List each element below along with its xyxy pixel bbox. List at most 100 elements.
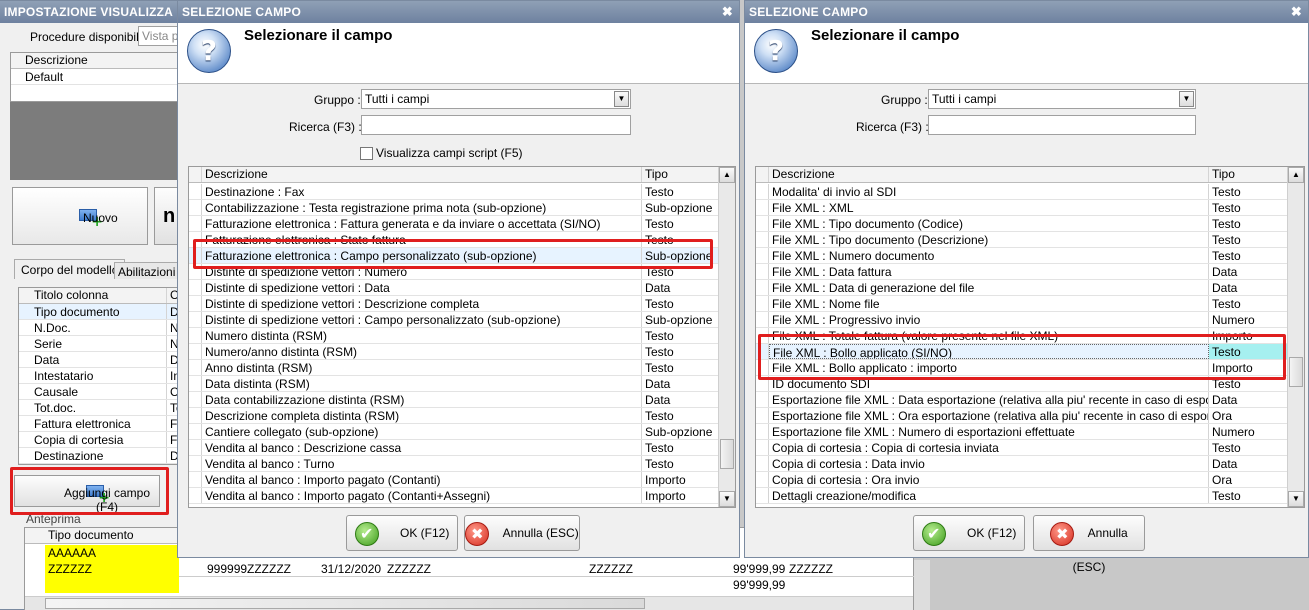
field-row[interactable]: Data distinta (RSM) Data	[189, 376, 718, 392]
field-row[interactable]: Destinazione : Fax Testo	[189, 184, 718, 200]
field-row-tipo: Data	[1212, 457, 1238, 471]
column-row[interactable]: Tot.doc.To	[19, 400, 179, 416]
ok-button-right[interactable]: ✔ OK (F12)	[913, 515, 1025, 551]
columns-grid-header: Titolo colonna C	[19, 288, 179, 304]
field-row[interactable]: Copia di cortesia : Copia di cortesia in…	[756, 440, 1287, 456]
field-row[interactable]: Anno distinta (RSM) Testo	[189, 360, 718, 376]
field-row-tipo: Testo	[645, 345, 674, 359]
scroll-down-icon[interactable]: ▼	[1288, 491, 1304, 507]
tab-abilitazioni[interactable]: Abilitazioni	[114, 262, 180, 279]
scroll-down-icon[interactable]: ▼	[719, 491, 735, 507]
field-row[interactable]: File XML : Tipo documento (Descrizione) T…	[756, 232, 1287, 248]
scroll-up-icon[interactable]: ▲	[1288, 167, 1304, 183]
nuovo-button[interactable]: + Nuovo	[12, 187, 148, 245]
preview-grid-header: Tipo documento	[25, 528, 179, 544]
field-row[interactable]: Distinte di spedizione vettori : Descriz…	[189, 296, 718, 312]
cancel-button-left[interactable]: ✖ Annulla (ESC)	[464, 515, 580, 551]
gruppo-label: Gruppo :	[314, 93, 361, 107]
field-row-descrizione: Distinte di spedizione vettori : Data	[202, 280, 642, 295]
checkbox-icon[interactable]	[360, 147, 373, 161]
field-row[interactable]: File XML : Data di generazione del file D…	[756, 280, 1287, 296]
field-row[interactable]: File XML : Numero documento Testo	[756, 248, 1287, 264]
ok-button-left[interactable]: ✔ OK (F12)	[346, 515, 458, 551]
gruppo-select[interactable]: Tutti i campi ▼	[361, 89, 631, 109]
field-row[interactable]: Esportazione file XML : Ora esportazione…	[756, 408, 1287, 424]
gruppo-select[interactable]: Tutti i campi ▼	[928, 89, 1196, 109]
tab-corpo-del-modello[interactable]: Corpo del modello	[14, 259, 126, 279]
row-indicator	[756, 216, 769, 231]
preview-cell: ZZZZZZ	[387, 562, 431, 576]
cancel-button-right[interactable]: ✖ Annulla (ESC)	[1033, 515, 1145, 574]
row-indicator	[189, 472, 202, 487]
field-row[interactable]: Numero distinta (RSM) Testo	[189, 328, 718, 344]
procedure-input[interactable]: Vista p	[138, 26, 180, 46]
column-row[interactable]: DataDa	[19, 352, 179, 368]
column-row[interactable]: Tipo documentoDe	[19, 304, 179, 320]
column-row[interactable]: Copia di cortesiaFa	[19, 432, 179, 448]
column-row-title: Fattura elettronica	[31, 416, 167, 431]
field-row-descrizione: File XML : Progressivo invio	[769, 312, 1209, 327]
ricerca-input[interactable]	[928, 115, 1196, 135]
row-indicator	[756, 200, 769, 215]
field-row[interactable]: Numero/anno distinta (RSM) Testo	[189, 344, 718, 360]
field-row[interactable]: Distinte di spedizione vettori : Data Dat…	[189, 280, 718, 296]
field-row[interactable]: Fatturazione elettronica : Fattura gener…	[189, 216, 718, 232]
field-row[interactable]: Contabilizzazione : Testa registrazione …	[189, 200, 718, 216]
scroll-thumb[interactable]	[720, 439, 734, 469]
preview-cell: 99'999,99	[733, 562, 786, 576]
field-row[interactable]: Distinte di spedizione vettori : Campo p…	[189, 312, 718, 328]
field-row-tipo: Testo	[645, 361, 674, 375]
columns-grid: Titolo colonna C Tipo documentoDeN.Doc.N…	[18, 287, 180, 465]
field-row[interactable]: Vendita al banco : Descrizione cassa Test…	[189, 440, 718, 456]
col-tipo[interactable]: Tipo	[1209, 167, 1287, 182]
ricerca-input[interactable]	[361, 115, 631, 135]
column-row[interactable]: SerieNu	[19, 336, 179, 352]
field-row[interactable]: File XML : Tipo documento (Codice) Testo	[756, 216, 1287, 232]
chevron-down-icon[interactable]: ▼	[1179, 91, 1194, 107]
column-row[interactable]: IntestatarioIn	[19, 368, 179, 384]
field-row[interactable]: File XML : Data fattura Data	[756, 264, 1287, 280]
field-row[interactable]: Esportazione file XML : Numero di esport…	[756, 424, 1287, 440]
field-row[interactable]: Vendita al banco : Importo pagato (Conta…	[189, 472, 718, 488]
column-row[interactable]: Fattura elettronicaFa	[19, 416, 179, 432]
field-grid-left: Descrizione Tipo Destinazione : Fax Testo…	[188, 166, 736, 508]
field-row-descrizione: Esportazione file XML : Numero di esport…	[769, 424, 1209, 439]
field-row[interactable]: File XML : XML Testo	[756, 200, 1287, 216]
scroll-up-icon[interactable]: ▲	[719, 167, 735, 183]
field-row[interactable]: Copia di cortesia : Data invio Data	[756, 456, 1287, 472]
dialog-right-close-icon[interactable]: ✖	[1291, 1, 1302, 23]
field-row[interactable]: File XML : Progressivo invio Numero	[756, 312, 1287, 328]
field-row-tipo: Numero	[1212, 313, 1255, 327]
field-row[interactable]: Modalita' di invio al SDI Testo	[756, 184, 1287, 200]
field-row[interactable]: Cantiere collegato (sub-opzione) Sub-opzi…	[189, 424, 718, 440]
row-indicator	[756, 184, 769, 199]
col-tipo[interactable]: Tipo	[642, 167, 718, 182]
column-row[interactable]: N.Doc.Nu	[19, 320, 179, 336]
field-row[interactable]: File XML : Nome file Testo	[756, 296, 1287, 312]
field-row[interactable]: Vendita al banco : Importo pagato (Conta…	[189, 488, 718, 504]
chevron-down-icon[interactable]: ▼	[614, 91, 629, 107]
column-row[interactable]: CausaleCa	[19, 384, 179, 400]
preview-horizontal-scrollbar[interactable]	[25, 596, 913, 610]
field-row[interactable]: Vendita al banco : Turno Testo	[189, 456, 718, 472]
col-descrizione[interactable]: Descrizione	[769, 167, 1209, 182]
field-row[interactable]: Descrizione completa distinta (RSM) Testo	[189, 408, 718, 424]
preview-scroll-thumb[interactable]	[45, 598, 645, 609]
row-indicator	[756, 488, 769, 503]
dialog-right-header-area: ? Selezionare il campo	[745, 23, 1308, 83]
highlight-left-row	[193, 239, 713, 269]
field-grid-right-scrollbar[interactable]: ▲ ▼	[1287, 167, 1304, 507]
model-list-row[interactable]: Default	[11, 69, 179, 85]
scroll-thumb[interactable]	[1289, 357, 1303, 387]
field-row[interactable]: Esportazione file XML : Data esportazion…	[756, 392, 1287, 408]
field-row[interactable]: Dettagli creazione/modifica Testo	[756, 488, 1287, 504]
column-row[interactable]: DestinazioneDe	[19, 448, 179, 464]
field-row[interactable]: Data contabilizzazione distinta (RSM) Dat…	[189, 392, 718, 408]
dialog-left-close-icon[interactable]: ✖	[722, 1, 733, 23]
row-indicator	[189, 216, 202, 231]
field-grid-left-scrollbar[interactable]: ▲ ▼	[718, 167, 735, 507]
preview-header-tipo: Tipo documento	[45, 528, 179, 543]
script-checkbox[interactable]: Visualizza campi script (F5)	[360, 146, 522, 161]
field-row[interactable]: Copia di cortesia : Ora invio Ora	[756, 472, 1287, 488]
col-descrizione[interactable]: Descrizione	[202, 167, 642, 182]
